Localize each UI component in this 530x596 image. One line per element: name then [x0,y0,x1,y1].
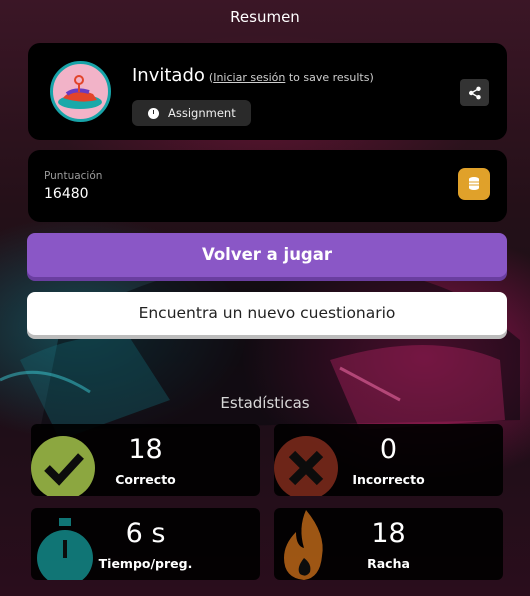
login-link[interactable]: Iniciar sesión [213,71,285,84]
score-value: 16480 [44,186,89,202]
stat-incorrect-value: 0 [379,434,398,465]
coins-icon [458,168,490,200]
stat-time-per-question: 6 s Tiempo/preg. [31,508,260,580]
user-name-text: Invitado [132,65,205,86]
stat-streak-label: Racha [367,556,410,571]
login-hint: (Iniciar sesión to save results) [209,71,374,84]
score-card: Puntuación 16480 [28,150,507,222]
stat-correct-label: Correcto [115,472,176,487]
page-title: Resumen [230,8,300,26]
assignment-label: Assignment [168,106,236,120]
login-suffix: to save results) [285,71,374,84]
score-label: Puntuación [44,170,103,182]
stat-time-value: 6 s [125,518,166,549]
stat-correct: 18 Correcto [31,424,260,496]
stat-incorrect-label: Incorrecto [352,472,425,487]
find-new-quiz-button[interactable]: Encuentra un nuevo cuestionario [27,292,507,335]
stats-title: Estadísticas [220,394,310,412]
assignment-button[interactable]: Assignment [132,100,251,126]
stat-streak-value: 18 [371,518,406,549]
play-again-button[interactable]: Volver a jugar [27,233,507,277]
user-name: Invitado (Iniciar sesión to save results) [132,65,374,86]
profile-card: Invitado (Iniciar sesión to save results)… [28,43,507,140]
share-button[interactable] [460,79,489,106]
stat-time-label: Tiempo/preg. [98,556,193,571]
share-icon [468,86,481,99]
stat-incorrect: 0 Incorrecto [274,424,503,496]
avatar [50,61,111,122]
stat-streak: 18 Racha [274,508,503,580]
stat-correct-value: 18 [128,434,163,465]
clock-icon [148,107,159,119]
